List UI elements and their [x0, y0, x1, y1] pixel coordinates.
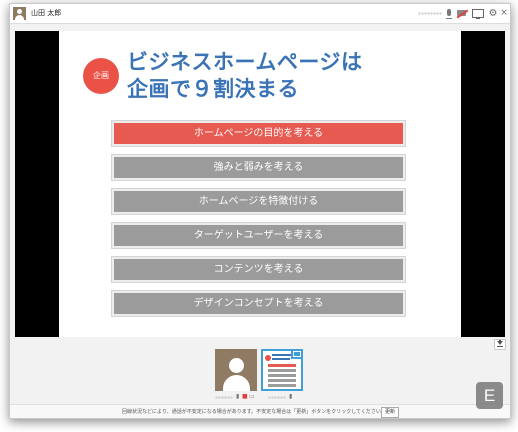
audio-level-indicator	[268, 396, 286, 399]
step-item: 強みと弱みを考える	[112, 155, 405, 180]
gear-icon[interactable]: ⚙	[488, 8, 498, 19]
microphone-icon: ▮	[236, 393, 240, 400]
screen-share-icon[interactable]	[472, 8, 484, 19]
screen-share-thumbnail[interactable]	[261, 349, 303, 391]
status-bar: 回線状況などにより、通話が不安定になる場合があります。不安定な場合は「更新」ボタ…	[10, 404, 510, 418]
audio-level-indicator	[418, 12, 442, 15]
title-bar: 山田 太郎 ⚙ ×	[10, 4, 510, 24]
camera-off-icon[interactable]	[456, 8, 469, 19]
audio-level-indicator	[215, 396, 233, 399]
screen-share-icon: ▭	[249, 393, 255, 400]
close-icon[interactable]: ×	[500, 8, 508, 19]
participant-avatar-thumbnail[interactable]	[215, 349, 257, 391]
step-item: ホームページを特徴付ける	[112, 189, 405, 214]
status-message: 回線状況などにより、通話が不安定になる場合があります。不安定な場合は「更新」ボタ…	[122, 409, 386, 415]
user-name: 山田 太郎	[31, 9, 62, 17]
step-item: コンテンツを考える	[112, 257, 405, 282]
corner-badge: E	[476, 382, 503, 409]
camera-off-icon: ■	[242, 393, 248, 400]
shared-screen-stage: 企画 ビジネスホームページは 企画で９割決まる ホームページの目的を考える 強み…	[15, 31, 505, 337]
screen-share-icon	[291, 351, 301, 359]
step-item: デザインコンセプトを考える	[112, 291, 405, 316]
slide-title-line2: 企画で９割決まる	[127, 77, 299, 101]
slide-badge: 企画	[83, 58, 119, 94]
conference-window: 山田 太郎 ⚙ × 企画 ビジネスホームページは 企画で９割決まる ホームページ…	[9, 3, 511, 419]
slide-title-line1: ビジネスホームページは	[127, 50, 363, 74]
participant-thumbnails: ▮ ■ ▭ ▮	[10, 348, 510, 406]
step-item: ターゲットユーザーを考える	[112, 223, 405, 248]
avatar-icon	[13, 7, 26, 20]
presentation-slide: 企画 ビジネスホームページは 企画で９割決まる ホームページの目的を考える 強み…	[59, 31, 461, 337]
slide-title: ビジネスホームページは 企画で９割決まる	[127, 49, 457, 103]
step-item: ホームページの目的を考える	[112, 121, 405, 146]
update-button[interactable]: 更新	[381, 407, 399, 418]
microphone-icon: ▮	[289, 393, 293, 400]
microphone-icon[interactable]	[445, 8, 453, 19]
